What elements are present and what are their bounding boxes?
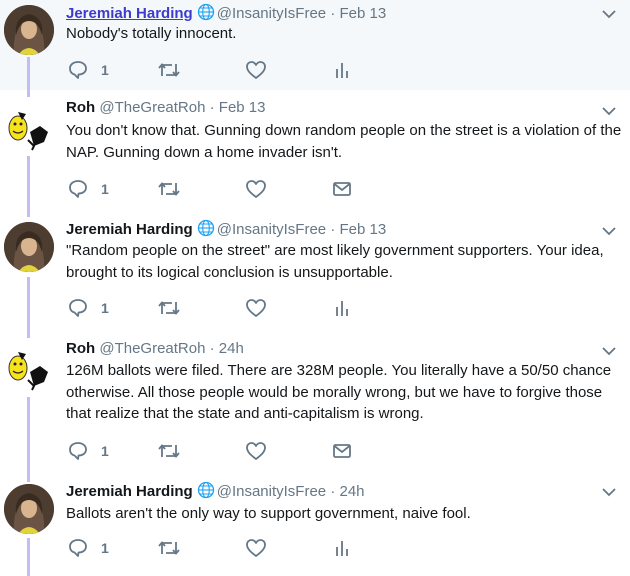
analytics-icon xyxy=(336,63,348,78)
reply-button[interactable]: 1 xyxy=(67,298,109,318)
retweet-icon xyxy=(158,182,180,196)
thread-line xyxy=(27,333,30,338)
display-name[interactable]: Jeremiah Harding xyxy=(66,483,193,500)
handle[interactable]: @InsanityIsFree xyxy=(217,5,326,22)
separator: · xyxy=(330,483,336,500)
timestamp[interactable]: Feb 13 xyxy=(219,99,266,116)
display-name[interactable]: Jeremiah Harding xyxy=(66,5,193,22)
retweet-icon xyxy=(158,541,180,555)
analytics-icon xyxy=(336,301,348,316)
thread-line xyxy=(27,90,30,97)
avatar-roh[interactable] xyxy=(4,102,54,152)
analytics-button[interactable] xyxy=(334,60,350,80)
globe-icon xyxy=(197,481,215,503)
retweet-button[interactable] xyxy=(157,538,181,558)
tweet-header: Roh @TheGreatRoh · 24h xyxy=(66,340,244,357)
timestamp[interactable]: 24h xyxy=(219,340,244,357)
reply-count: 1 xyxy=(101,62,109,78)
timestamp[interactable]: Feb 13 xyxy=(340,5,387,22)
thread-line xyxy=(27,477,30,482)
thread-line xyxy=(27,397,30,477)
reply-icon xyxy=(69,539,87,557)
tweet-text: "Random people on the street" are most l… xyxy=(66,242,604,281)
reply-count: 1 xyxy=(101,300,109,316)
retweet-button[interactable] xyxy=(157,298,181,318)
thread-line xyxy=(27,156,30,208)
handle[interactable]: @TheGreatRoh xyxy=(99,99,205,116)
like-button[interactable] xyxy=(245,298,267,318)
reply-button[interactable]: 1 xyxy=(67,60,109,80)
handle[interactable]: @InsanityIsFree xyxy=(217,221,326,238)
like-button[interactable] xyxy=(245,538,267,558)
reply-count: 1 xyxy=(101,181,109,197)
display-name[interactable]: Roh xyxy=(66,340,95,357)
analytics-button[interactable] xyxy=(334,298,350,318)
heart-icon xyxy=(246,299,266,317)
timestamp[interactable]: 24h xyxy=(340,483,365,500)
avatar-jeremiah-harding[interactable] xyxy=(4,484,54,534)
analytics-button[interactable] xyxy=(334,538,350,558)
reply-icon xyxy=(69,61,87,79)
tweet-header: Jeremiah Harding @InsanityIsFree · 24h xyxy=(66,481,365,503)
mail-icon xyxy=(333,444,351,458)
chevron-down-icon[interactable] xyxy=(601,106,617,116)
handle[interactable]: @InsanityIsFree xyxy=(217,483,326,500)
thread-line xyxy=(27,208,30,217)
heart-icon xyxy=(246,61,266,79)
reply-button[interactable]: 1 xyxy=(67,179,109,199)
reply-icon xyxy=(69,299,87,317)
globe-icon xyxy=(197,3,215,25)
chevron-down-icon[interactable] xyxy=(601,9,617,19)
tweet-text: Ballots aren't the only way to support g… xyxy=(66,505,471,522)
avatar-jeremiah-harding[interactable] xyxy=(4,222,54,272)
reply-count: 1 xyxy=(101,443,109,459)
timestamp[interactable]: Feb 13 xyxy=(340,221,387,238)
retweet-button[interactable] xyxy=(157,441,181,461)
chevron-down-icon[interactable] xyxy=(601,346,617,356)
separator: · xyxy=(209,99,215,116)
reply-button[interactable]: 1 xyxy=(67,538,109,558)
display-name[interactable]: Jeremiah Harding xyxy=(66,221,193,238)
separator: · xyxy=(209,340,215,357)
reply-button[interactable]: 1 xyxy=(67,441,109,461)
separator: · xyxy=(330,5,336,22)
direct-message-button[interactable] xyxy=(332,179,352,199)
reply-count: 1 xyxy=(101,540,109,556)
like-button[interactable] xyxy=(245,441,267,461)
tweet-text: Nobody's totally innocent. xyxy=(66,25,237,42)
heart-icon xyxy=(246,180,266,198)
tweet-header: Jeremiah Harding @InsanityIsFree · Feb 13 xyxy=(66,219,386,241)
chevron-down-icon[interactable] xyxy=(601,226,617,236)
avatar-jeremiah-harding[interactable] xyxy=(4,5,54,55)
mail-icon xyxy=(333,182,351,196)
retweet-button[interactable] xyxy=(157,179,181,199)
thread-line xyxy=(27,538,30,576)
thread-line xyxy=(27,277,30,333)
avatar-roh[interactable] xyxy=(4,342,54,392)
thread-line xyxy=(27,57,30,90)
heart-icon xyxy=(246,539,266,557)
tweet-header: Jeremiah Harding @InsanityIsFree · Feb 13 xyxy=(66,3,386,25)
like-button[interactable] xyxy=(245,179,267,199)
display-name[interactable]: Roh xyxy=(66,99,95,116)
reply-icon xyxy=(69,442,87,460)
globe-icon xyxy=(197,219,215,241)
tweet-text: 126M ballots were filed. There are 328M … xyxy=(66,362,612,422)
retweet-icon xyxy=(158,301,180,315)
analytics-icon xyxy=(336,541,348,556)
retweet-icon xyxy=(158,63,180,77)
retweet-button[interactable] xyxy=(157,60,181,80)
tweet-header: Roh @TheGreatRoh · Feb 13 xyxy=(66,99,266,116)
retweet-icon xyxy=(158,444,180,458)
like-button[interactable] xyxy=(245,60,267,80)
chevron-down-icon[interactable] xyxy=(601,487,617,497)
direct-message-button[interactable] xyxy=(332,441,352,461)
separator: · xyxy=(330,221,336,238)
heart-icon xyxy=(246,442,266,460)
reply-icon xyxy=(69,180,87,198)
tweet-text: You don't know that. Gunning down random… xyxy=(66,122,622,161)
handle[interactable]: @TheGreatRoh xyxy=(99,340,205,357)
